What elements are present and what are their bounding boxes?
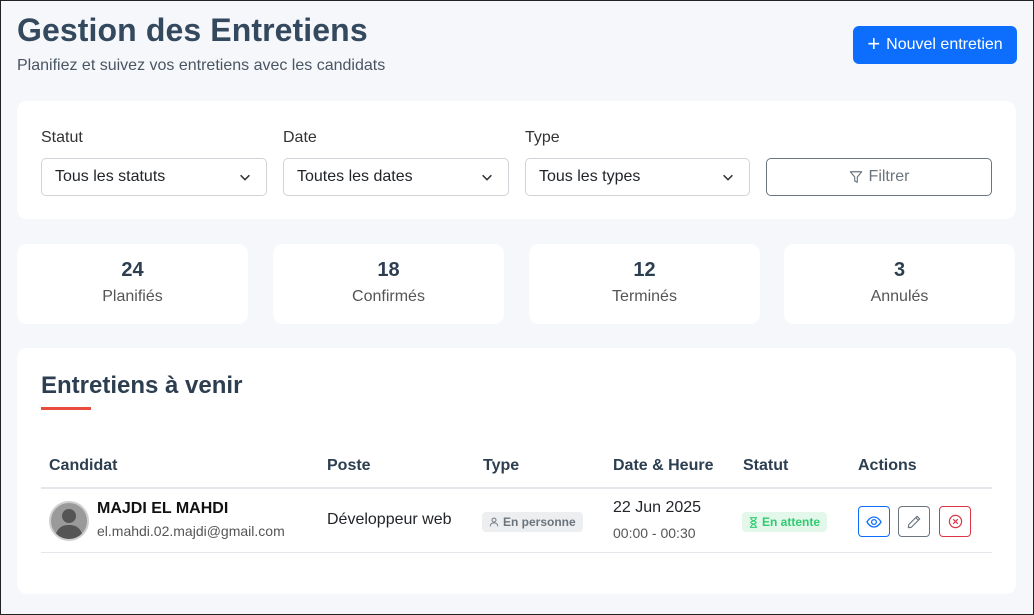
eye-icon — [866, 515, 882, 528]
stat-card-planned: 24 Planifiés — [17, 244, 248, 324]
pencil-icon — [907, 515, 921, 528]
chevron-down-icon — [240, 174, 250, 181]
status-select-value: Tous les statuts — [55, 168, 166, 185]
stat-value: 24 — [121, 259, 144, 281]
date-select[interactable]: Toutes les dates — [283, 158, 509, 196]
filter-button[interactable]: Filtrer — [766, 158, 992, 196]
interview-date: 22 Jun 2025 — [613, 499, 702, 516]
filter-status: Statut Tous les statuts — [41, 129, 267, 196]
stat-label: Confirmés — [352, 288, 425, 305]
page-header: Gestion des Entretiens Planifiez et suiv… — [17, 12, 1017, 82]
cancel-button[interactable] — [939, 506, 971, 537]
chevron-down-icon — [482, 174, 492, 181]
filter-icon — [849, 171, 862, 183]
header-divider — [41, 487, 992, 489]
column-header-position: Poste — [327, 457, 371, 474]
interview-time: 00:00 - 00:30 — [613, 525, 696, 541]
candidate-email: el.mahdi.02.majdi@gmail.com — [97, 523, 285, 539]
type-select-value: Tous les types — [539, 168, 641, 185]
upcoming-interviews-card: Entretiens à venir Candidat Poste Type D… — [17, 348, 1016, 594]
column-header-type: Type — [483, 457, 520, 474]
avatar — [49, 501, 89, 541]
filters-card: Statut Tous les statuts Date Toutes les … — [17, 101, 1016, 219]
filter-date-label: Date — [283, 129, 317, 146]
stat-label: Terminés — [612, 288, 677, 305]
person-silhouette-icon — [55, 509, 83, 539]
stat-card-confirmed: 18 Confirmés — [273, 244, 504, 324]
status-badge: En attente — [742, 512, 828, 532]
status-select[interactable]: Tous les statuts — [41, 158, 267, 196]
date-select-value: Toutes les dates — [297, 168, 413, 185]
plus-icon: + — [867, 31, 881, 56]
status-badge-label: En attente — [762, 515, 821, 529]
column-header-candidate: Candidat — [49, 457, 118, 474]
section-title: Entretiens à venir — [41, 372, 243, 399]
column-header-status: Statut — [743, 457, 789, 474]
filter-button-label: Filtrer — [868, 168, 910, 185]
stat-card-completed: 12 Terminés — [529, 244, 760, 324]
filter-type-label: Type — [525, 129, 560, 146]
candidate-position: Développeur web — [327, 511, 452, 528]
filter-type: Type Tous les types — [525, 129, 750, 196]
edit-button[interactable] — [898, 506, 930, 537]
stat-value: 3 — [893, 259, 906, 281]
user-icon — [489, 517, 499, 527]
interview-type-badge: En personne — [482, 512, 583, 532]
filter-status-label: Statut — [41, 129, 83, 146]
x-circle-icon — [948, 514, 962, 529]
row-divider — [41, 552, 992, 553]
interview-type-label: En personne — [503, 515, 576, 529]
title-underline — [41, 407, 91, 410]
hourglass-icon — [750, 516, 757, 528]
stat-label: Planifiés — [102, 288, 163, 305]
stat-card-cancelled: 3 Annulés — [784, 244, 1015, 324]
type-select[interactable]: Tous les types — [525, 158, 750, 196]
column-header-actions: Actions — [858, 457, 917, 474]
filter-date: Date Toutes les dates — [283, 129, 509, 196]
new-interview-button[interactable]: + Nouvel entretien — [853, 26, 1017, 64]
stat-value: 12 — [633, 259, 656, 281]
column-header-datetime: Date & Heure — [613, 457, 714, 474]
chevron-down-icon — [723, 174, 733, 181]
stat-value: 18 — [377, 259, 400, 281]
stat-label: Annulés — [870, 288, 929, 305]
view-button[interactable] — [858, 506, 890, 537]
candidate-name: MAJDI EL MAHDI — [97, 500, 229, 517]
new-interview-label: Nouvel entretien — [886, 36, 1003, 53]
